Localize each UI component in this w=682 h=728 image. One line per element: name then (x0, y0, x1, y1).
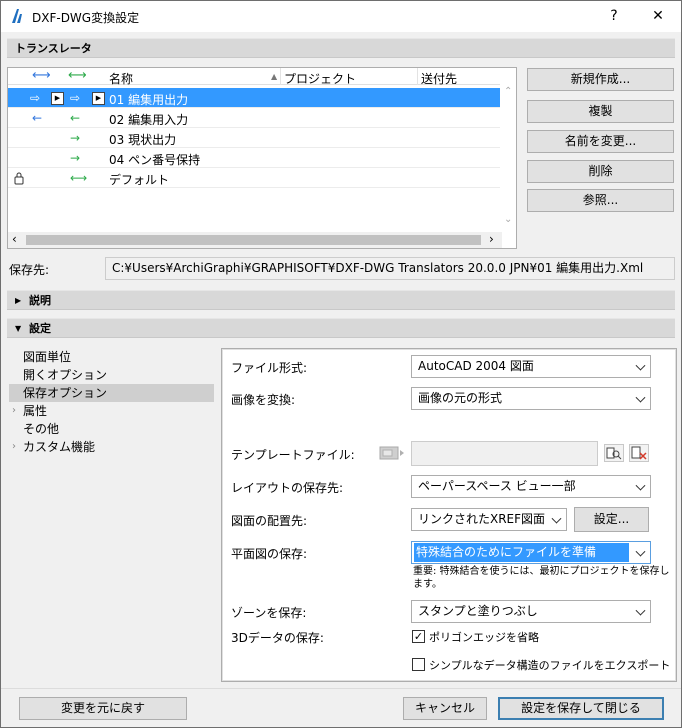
tree-item-attributes[interactable]: › 属性 (9, 402, 214, 420)
header-project[interactable]: プロジェクト (284, 70, 356, 87)
omit-polygon-edges-label: ポリゴンエッジを省略 (429, 631, 539, 644)
tree-item-open-options[interactable]: 開くオプション (9, 366, 214, 384)
translator-row[interactable]: → 04 ペン番号保持 (8, 148, 500, 168)
settings-section-header[interactable]: ▼ 設定 (7, 318, 675, 338)
omit-polygon-edges-checkbox[interactable]: ✓ (412, 630, 425, 643)
template-file-label: テンプレートファイル: (231, 448, 355, 462)
cancel-button[interactable]: キャンセル (403, 697, 487, 720)
title-bar: DXF-DWG変換設定 ? ✕ (1, 1, 681, 32)
expand-chevron-icon[interactable]: › (12, 438, 16, 456)
translator-name: デフォルト (109, 173, 170, 187)
plan-save-note: 重要: 特殊結合を使うには、最初にプロジェクトを保存します。 (413, 566, 670, 590)
import-arrow-icon: → (70, 131, 81, 145)
template-folder-icon[interactable] (379, 445, 406, 461)
simple-structure-label: シンプルなデータ構造のファイルをエクスポート (429, 659, 671, 672)
data3d-label: 3Dデータの保存: (231, 631, 324, 645)
translator-row[interactable]: ⟷ デフォルト (8, 168, 500, 188)
import-column-icon: ⟷ (68, 68, 87, 83)
tree-item-save-options[interactable]: 保存オプション (9, 384, 214, 402)
description-section-header[interactable]: ▶ 説明 (7, 290, 675, 310)
scroll-thumb[interactable] (26, 235, 481, 245)
import-export-arrow-icon: ⟷ (70, 171, 88, 185)
translator-name: 01 編集用出力 (109, 93, 189, 107)
horizontal-scrollbar[interactable]: ‹ › (8, 232, 502, 248)
translator-row[interactable]: ⇨ ▶ ⇨ ▶ 01 編集用出力 (8, 88, 500, 108)
translator-name: 02 編集用入力 (109, 113, 189, 127)
tree-item-other[interactable]: その他 (9, 420, 214, 438)
collapsed-triangle-icon: ▶ (15, 296, 22, 305)
template-file-field (411, 441, 598, 466)
expand-chevron-icon[interactable]: › (12, 402, 16, 420)
drawing-place-label: 図面の配置先: (231, 514, 308, 528)
chevron-down-icon (635, 605, 646, 616)
footer-divider (1, 688, 681, 689)
export-arrow-icon: ← (32, 111, 43, 125)
zone-save-select[interactable]: スタンプと塗りつぶし (411, 600, 651, 623)
import-arrow-icon: ⇨ (70, 91, 81, 105)
duplicate-button[interactable]: 複製 (527, 100, 674, 123)
translator-row[interactable]: ← ← 02 編集用入力 (8, 108, 500, 128)
scroll-left-icon[interactable]: ‹ (12, 232, 17, 246)
translator-row[interactable]: → 03 現状出力 (8, 128, 500, 148)
import-arrow-icon: ← (70, 111, 81, 125)
archicad-logo-icon (12, 9, 22, 23)
save-and-close-button[interactable]: 設定を保存して閉じる (498, 697, 664, 720)
plan-save-select[interactable]: 特殊結合のためにファイルを準備 (411, 541, 651, 564)
image-convert-label: 画像を変換: (231, 393, 296, 407)
header-destination[interactable]: 送付先 (421, 70, 457, 87)
scroll-right-icon[interactable]: › (489, 232, 494, 246)
file-format-select[interactable]: AutoCAD 2004 図面 (411, 355, 651, 378)
scroll-down-icon[interactable]: ⌄ (504, 214, 512, 225)
translator-section-header: トランスレータ (7, 38, 675, 58)
template-clear-icon[interactable] (629, 444, 649, 462)
list-header: ⟷ ⟷ 名称 ▲ プロジェクト 送付先 (8, 68, 500, 87)
export-arrow-icon: ⇨ (30, 91, 41, 105)
chevron-down-icon (635, 360, 646, 371)
close-button[interactable]: ✕ (641, 1, 675, 32)
lock-icon (14, 172, 24, 185)
scroll-up-icon[interactable]: ⌃ (504, 86, 512, 97)
chevron-down-icon (635, 480, 646, 491)
plan-save-label: 平面図の保存: (231, 547, 308, 561)
revert-changes-button[interactable]: 変更を元に戻す (19, 697, 187, 720)
settings-tree: 図面単位 開くオプション 保存オプション › 属性 その他 › カスタム機能 (9, 348, 215, 468)
export-toggle-icon[interactable]: ▶ (51, 92, 64, 105)
tree-item-custom[interactable]: › カスタム機能 (9, 438, 214, 456)
image-convert-select[interactable]: 画像の元の形式 (411, 387, 651, 410)
import-arrow-icon: → (70, 151, 81, 165)
drawing-place-settings-button[interactable]: 設定... (574, 507, 649, 532)
new-translator-button[interactable]: 新規作成... (527, 68, 674, 91)
layout-dest-select[interactable]: ペーパースペース ビュー一部 (411, 475, 651, 498)
simple-structure-checkbox[interactable] (412, 658, 425, 671)
expanded-triangle-icon: ▼ (15, 324, 22, 333)
save-location-path: C:¥Users¥ArchiGraphi¥GRAPHISOFT¥DXF-DWG … (105, 257, 675, 280)
save-location-label: 保存先: (9, 263, 50, 277)
chevron-down-icon (635, 392, 646, 403)
translator-name: 03 現状出力 (109, 133, 177, 147)
dialog-window: DXF-DWG変換設定 ? ✕ トランスレータ ⟷ ⟷ 名称 ▲ プロジェクト … (0, 0, 682, 728)
translator-name: 04 ペン番号保持 (109, 153, 201, 167)
import-toggle-icon[interactable]: ▶ (92, 92, 105, 105)
window-title: DXF-DWG変換設定 (32, 11, 140, 25)
chevron-down-icon (551, 513, 562, 524)
drawing-place-select[interactable]: リンクされたXREF図面 (411, 508, 567, 531)
file-format-label: ファイル形式: (231, 361, 308, 375)
browse-button[interactable]: 参照... (527, 189, 674, 212)
sort-asc-icon: ▲ (271, 72, 278, 81)
template-browse-icon[interactable] (604, 444, 624, 462)
header-name[interactable]: 名称 (109, 70, 133, 87)
export-column-icon: ⟷ (32, 68, 51, 83)
zone-save-label: ゾーンを保存: (231, 606, 307, 620)
tree-item-drawing-unit[interactable]: 図面単位 (9, 348, 214, 366)
layout-dest-label: レイアウトの保存先: (231, 481, 344, 495)
delete-button[interactable]: 削除 (527, 160, 674, 183)
help-button[interactable]: ? (597, 1, 631, 32)
rename-button[interactable]: 名前を変更... (527, 130, 674, 153)
translator-list[interactable]: ⟷ ⟷ 名称 ▲ プロジェクト 送付先 ⇨ ▶ ⇨ ▶ 01 編集用出力 ← ←… (7, 67, 517, 249)
chevron-down-icon (635, 546, 646, 557)
vertical-scrollbar[interactable]: ⌃ ⌄ (502, 68, 516, 232)
